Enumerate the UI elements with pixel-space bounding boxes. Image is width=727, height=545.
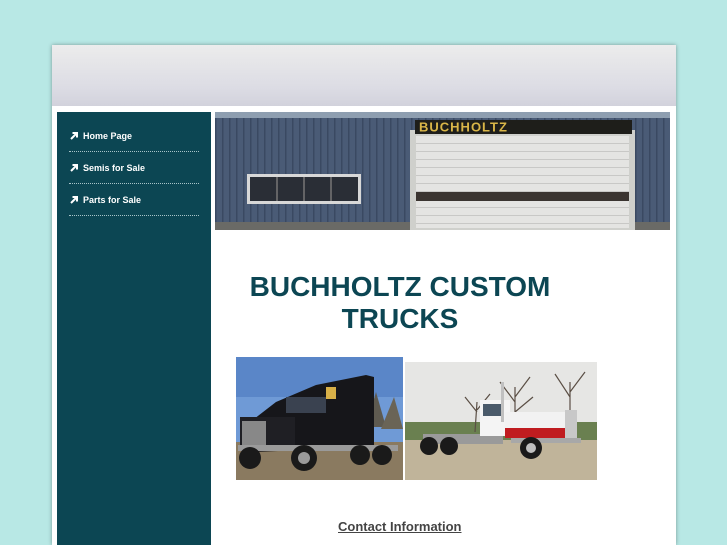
banner-image: BUCHHOLTZ bbox=[215, 112, 670, 230]
nav-item-label: Semis for Sale bbox=[83, 162, 146, 173]
nav-item-parts[interactable]: Parts for Sale bbox=[69, 184, 199, 216]
contact-information-link[interactable]: Contact Information bbox=[338, 519, 462, 534]
truck-photo-black bbox=[236, 357, 403, 480]
nav-item-home[interactable]: Home Page bbox=[69, 120, 199, 152]
page-title: BUCHHOLTZ CUSTOM TRUCKS bbox=[215, 271, 585, 335]
title-line-2: TRUCKS bbox=[341, 303, 459, 334]
nav-item-label: Parts for Sale bbox=[83, 194, 142, 205]
truck-photo-white bbox=[405, 362, 597, 480]
sidebar: Home Page Semis for Sale Parts for Sale bbox=[57, 112, 211, 545]
title-line-1: BUCHHOLTZ CUSTOM bbox=[249, 271, 551, 302]
arrow-up-right-icon bbox=[70, 195, 78, 204]
arrow-up-right-icon bbox=[70, 163, 78, 172]
nav-menu: Home Page Semis for Sale Parts for Sale bbox=[57, 112, 211, 216]
arrow-up-right-icon bbox=[70, 131, 78, 140]
header-band bbox=[52, 45, 676, 106]
nav-item-semis[interactable]: Semis for Sale bbox=[69, 152, 199, 184]
banner-sign-text: BUCHHOLTZ bbox=[419, 120, 508, 135]
page-container: Home Page Semis for Sale Parts for Sale bbox=[52, 45, 676, 545]
nav-item-label: Home Page bbox=[83, 130, 133, 141]
